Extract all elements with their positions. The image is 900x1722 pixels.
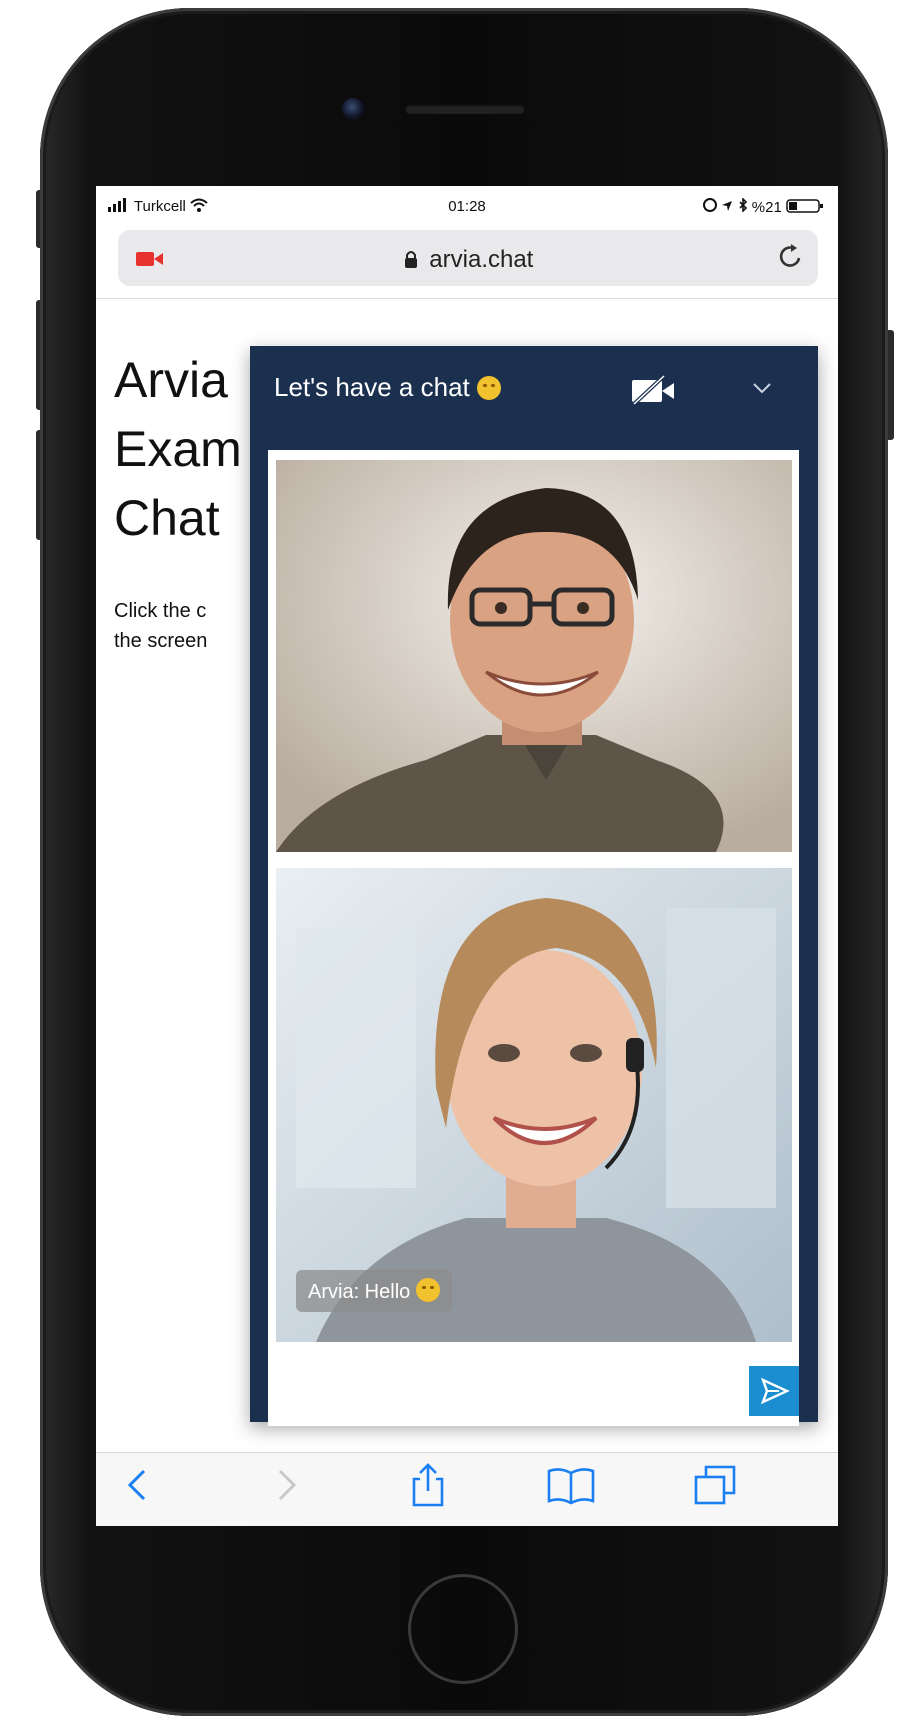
share-icon[interactable] <box>410 1461 446 1509</box>
back-icon[interactable] <box>124 1467 150 1503</box>
lock-icon <box>404 251 417 268</box>
chat-title-text: Let's have a chat <box>274 372 470 402</box>
safari-toolbar <box>96 1452 838 1526</box>
chat-message-text: Arvia: Hello <box>308 1281 411 1303</box>
send-icon <box>760 1377 790 1405</box>
battery-icon <box>786 199 823 213</box>
chat-input[interactable] <box>268 1352 799 1416</box>
man-portrait-image <box>276 460 792 852</box>
front-camera <box>342 98 364 120</box>
url-display[interactable]: arvia.chat <box>118 246 818 274</box>
bookmarks-icon[interactable] <box>546 1467 596 1505</box>
home-button[interactable] <box>408 1574 518 1684</box>
address-bar-divider <box>96 298 838 299</box>
chat-message-bubble: Arvia: Hello <box>296 1270 452 1312</box>
local-video-woman: Arvia: Hello <box>276 868 792 1342</box>
status-bar: Turkcell 01:28 %21 <box>96 186 838 226</box>
smile-emoji-icon <box>477 376 501 400</box>
location-icon <box>722 201 733 211</box>
address-bar[interactable]: arvia.chat <box>118 230 818 286</box>
tabs-icon[interactable] <box>692 1463 738 1507</box>
chat-header[interactable]: Let's have a chat <box>250 346 818 440</box>
url-text: arvia.chat <box>429 246 534 273</box>
remote-video-man <box>276 460 792 852</box>
smile-emoji-icon <box>415 1278 440 1302</box>
forward-icon[interactable] <box>274 1467 300 1503</box>
bluetooth-icon <box>739 197 747 213</box>
send-button[interactable] <box>749 1366 799 1416</box>
camera-off-icon[interactable] <box>630 374 678 406</box>
reload-icon[interactable] <box>778 242 804 270</box>
battery-percent: %21 <box>751 199 782 216</box>
chat-title: Let's have a chat <box>274 372 501 403</box>
chat-widget: Let's have a chat Arvia: Hello <box>250 346 818 1426</box>
lock-rotation-icon <box>703 198 718 212</box>
status-right: %21 <box>703 197 824 216</box>
chevron-down-icon[interactable] <box>750 378 774 398</box>
video-panel: Arvia: Hello <box>268 450 799 1426</box>
earpiece-speaker <box>405 104 525 114</box>
